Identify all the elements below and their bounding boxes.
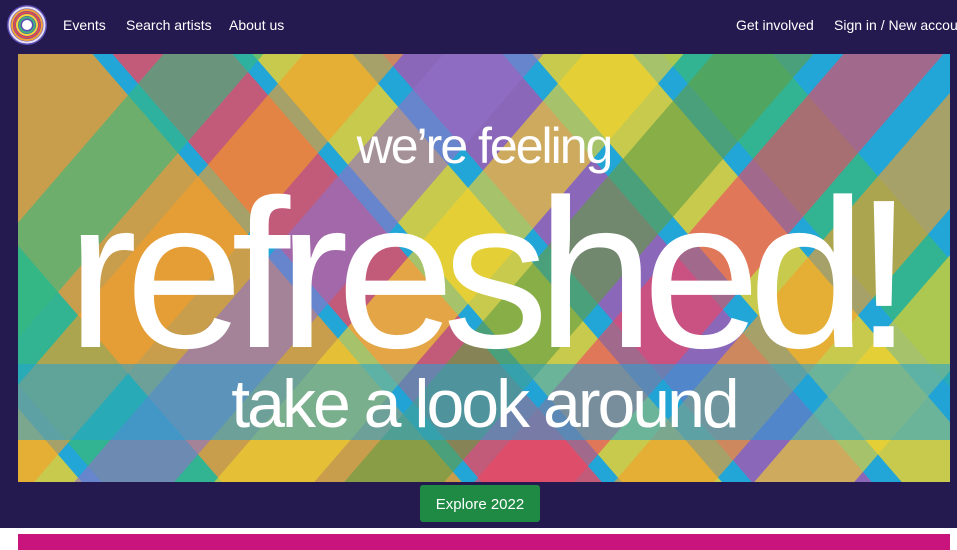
nav-link-get-involved[interactable]: Get involved (736, 15, 814, 35)
top-navbar: Events Search artists About us Get invol… (0, 0, 957, 50)
next-section-banner (18, 534, 950, 550)
hero-banner[interactable]: we’re feeling refreshed! take a look aro… (18, 54, 950, 482)
hero-headline: refreshed! (66, 155, 914, 392)
nav-link-events[interactable]: Events (63, 15, 106, 35)
nav-link-about-us[interactable]: About us (229, 15, 284, 35)
nav-link-sign-in[interactable]: Sign in / New account (834, 15, 957, 35)
explore-2022-button[interactable]: Explore 2022 (420, 485, 540, 522)
site-logo-icon[interactable] (6, 4, 48, 46)
nav-link-search-artists[interactable]: Search artists (126, 15, 212, 35)
hero-subtitle: take a look around (231, 366, 740, 442)
